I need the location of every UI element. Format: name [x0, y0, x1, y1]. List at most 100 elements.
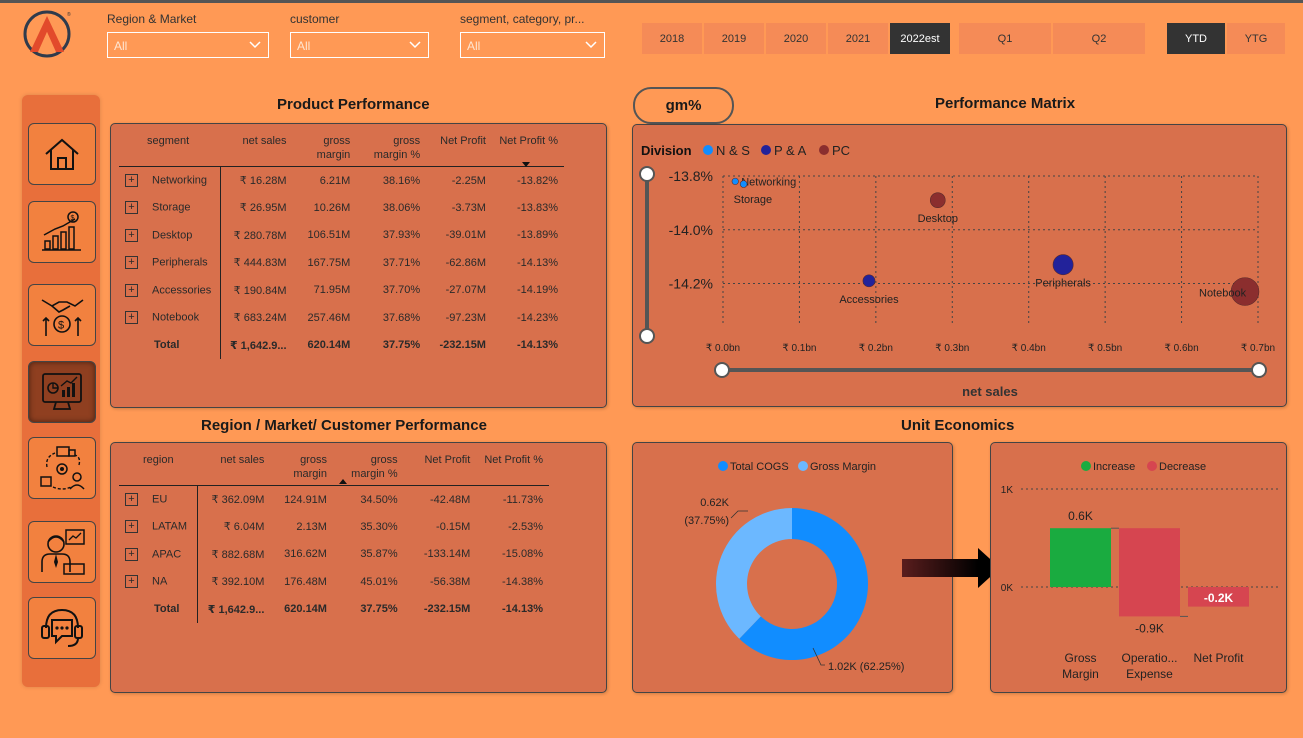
legend-item-label: Gross Margin — [810, 461, 876, 473]
nav-executive-button[interactable] — [28, 521, 96, 583]
legend-title: Division — [641, 143, 692, 158]
donut-slice[interactable] — [716, 508, 792, 639]
expand-plus-icon[interactable]: + — [125, 283, 138, 297]
y-slider-handle-bottom[interactable] — [639, 328, 655, 344]
flow-arrow-icon — [902, 548, 1000, 588]
x-tick-label: ₹ 0.1bn — [782, 343, 816, 354]
column-header-gross-margin-pct[interactable]: gross margin % — [332, 453, 404, 486]
expand-plus-icon[interactable]: + — [125, 201, 138, 215]
region-performance-table: region net sales gross margin gross marg… — [119, 453, 549, 623]
y-slider-handle-top[interactable] — [639, 166, 655, 182]
quarter-q1-button[interactable]: Q1 — [959, 23, 1051, 54]
nav-finance-button[interactable]: $ — [28, 284, 96, 346]
table-cell: 620.14M — [284, 603, 327, 616]
bar-data-label: -0.2K — [1204, 591, 1234, 605]
y-tick-label: 1K — [1001, 485, 1014, 496]
expand-plus-icon[interactable]: + — [125, 228, 138, 242]
period-ytg-button[interactable]: YTG — [1227, 23, 1285, 54]
expand-plus-icon[interactable]: + — [125, 575, 138, 589]
table-cell: 37.93% — [382, 229, 421, 242]
x-slider-handle-left[interactable] — [714, 362, 730, 378]
column-header-net-profit[interactable]: Net Profit — [426, 134, 492, 167]
year-2018-button[interactable]: 2018 — [642, 23, 702, 54]
support-chat-icon — [41, 608, 83, 647]
nav-support-button[interactable] — [28, 597, 96, 659]
table-cell: -2.25M — [451, 174, 486, 187]
table-cell: -14.38% — [502, 575, 543, 588]
row-label-cell: + Notebook — [119, 304, 222, 332]
legend-item-label: Decrease — [1159, 461, 1206, 473]
table-cell: 176.48M — [284, 575, 327, 588]
scatter-point[interactable] — [739, 180, 748, 188]
period-ytd-button[interactable]: YTD — [1167, 23, 1225, 54]
table-cell: -56.38M — [429, 575, 471, 588]
column-header-net-profit-pct[interactable]: Net Profit % — [476, 453, 549, 486]
table-cell: -27.07M — [445, 284, 486, 297]
customer-dropdown[interactable]: All — [290, 32, 429, 58]
quarter-q2-button[interactable]: Q2 — [1053, 23, 1145, 54]
x-tick-label: ₹ 0.6bn — [1164, 343, 1198, 354]
point-label: Peripherals — [1035, 278, 1091, 290]
column-header-net-profit-pct[interactable]: Net Profit % — [491, 134, 564, 167]
segment-dropdown[interactable]: All — [460, 32, 605, 58]
expand-plus-icon[interactable]: + — [125, 493, 138, 506]
waterfall-bar[interactable] — [1119, 528, 1180, 617]
region-market-dropdown[interactable]: All — [107, 32, 269, 58]
total-row: Total ₹ 1,642.9... 620.14M 37.75% -232.15M -1… — [119, 595, 549, 623]
home-icon — [45, 138, 79, 170]
sort-ascending-icon — [338, 479, 347, 484]
column-header-net-profit[interactable]: Net Profit — [403, 453, 477, 486]
column-header-gross-margin[interactable]: gross margin — [292, 134, 357, 167]
expand-plus-icon[interactable]: + — [125, 256, 138, 270]
column-header-segment[interactable]: segment — [119, 134, 221, 167]
chevron-down-icon — [249, 41, 261, 49]
row-label: Accessories — [152, 284, 212, 297]
year-2020-button[interactable]: 2020 — [766, 23, 826, 54]
unit-economics-waterfall-card: Increase Decrease 1K 0K 0.6K Gross Margin -0.9K… — [990, 442, 1287, 693]
table-row: + Peripherals ₹ 444.83M 167.75M 37.71% -62.86… — [119, 249, 564, 277]
filter-customer: customer All — [290, 12, 429, 58]
x-tick-label: ₹ 0.4bn — [1012, 343, 1046, 354]
scatter-point[interactable] — [929, 192, 946, 208]
legend-item-label: N & S — [716, 143, 750, 158]
year-2022est-button[interactable]: 2022est — [890, 23, 950, 54]
nav-analytics-button[interactable] — [28, 361, 96, 423]
bar-data-label: -0.9K — [1135, 621, 1164, 635]
column-header-label: gross margin % — [351, 454, 398, 480]
expand-plus-icon[interactable]: + — [125, 520, 138, 534]
column-header-net-sales[interactable]: net sales — [220, 134, 293, 167]
table-cell: -42.48M — [429, 493, 471, 506]
x-slider-handle-right[interactable] — [1251, 362, 1267, 378]
column-header-gross-margin-pct[interactable]: gross margin % — [356, 134, 427, 167]
scatter-point[interactable] — [1052, 254, 1074, 276]
sort-descending-icon — [521, 162, 530, 167]
scatter-point[interactable] — [731, 177, 739, 185]
gm-percent-button[interactable]: gm% — [633, 87, 734, 124]
bar-data-label: 0.6K — [1068, 509, 1093, 523]
column-header-net-sales[interactable]: net sales — [197, 453, 271, 486]
category-label: Operatio... — [1121, 651, 1177, 665]
table-cell: -14.13% — [517, 339, 558, 352]
unit-economics-waterfall-chart: Increase Decrease 1K 0K 0.6K Gross Margin -0.9K… — [1001, 461, 1279, 681]
legend-marker — [819, 145, 829, 155]
expand-plus-icon[interactable]: + — [125, 547, 138, 561]
legend-marker — [1147, 461, 1157, 471]
column-header-gross-margin[interactable]: gross margin — [270, 453, 333, 486]
label-leader-line — [730, 510, 748, 519]
point-label: Accessories — [839, 294, 899, 306]
table-cell: ₹ 392.10M — [211, 576, 265, 589]
table-cell: -15.08% — [502, 548, 543, 561]
nav-sales-button[interactable]: $ — [28, 201, 96, 263]
nav-home-button[interactable] — [28, 123, 96, 185]
year-2019-button[interactable]: 2019 — [704, 23, 764, 54]
table-cell: 106.51M — [307, 229, 351, 242]
nav-supply-chain-button[interactable] — [28, 437, 96, 499]
scatter-point[interactable] — [862, 274, 876, 288]
column-header-region[interactable]: region — [119, 453, 198, 486]
total-row: Total ₹ 1,642.9... 620.14M 37.75% -232.15M -1… — [119, 331, 564, 359]
year-2021-button[interactable]: 2021 — [828, 23, 888, 54]
row-label-cell: + APAC — [119, 540, 199, 568]
waterfall-bar[interactable] — [1050, 528, 1111, 587]
expand-plus-icon[interactable]: + — [125, 311, 138, 325]
expand-plus-icon[interactable]: + — [125, 174, 138, 187]
